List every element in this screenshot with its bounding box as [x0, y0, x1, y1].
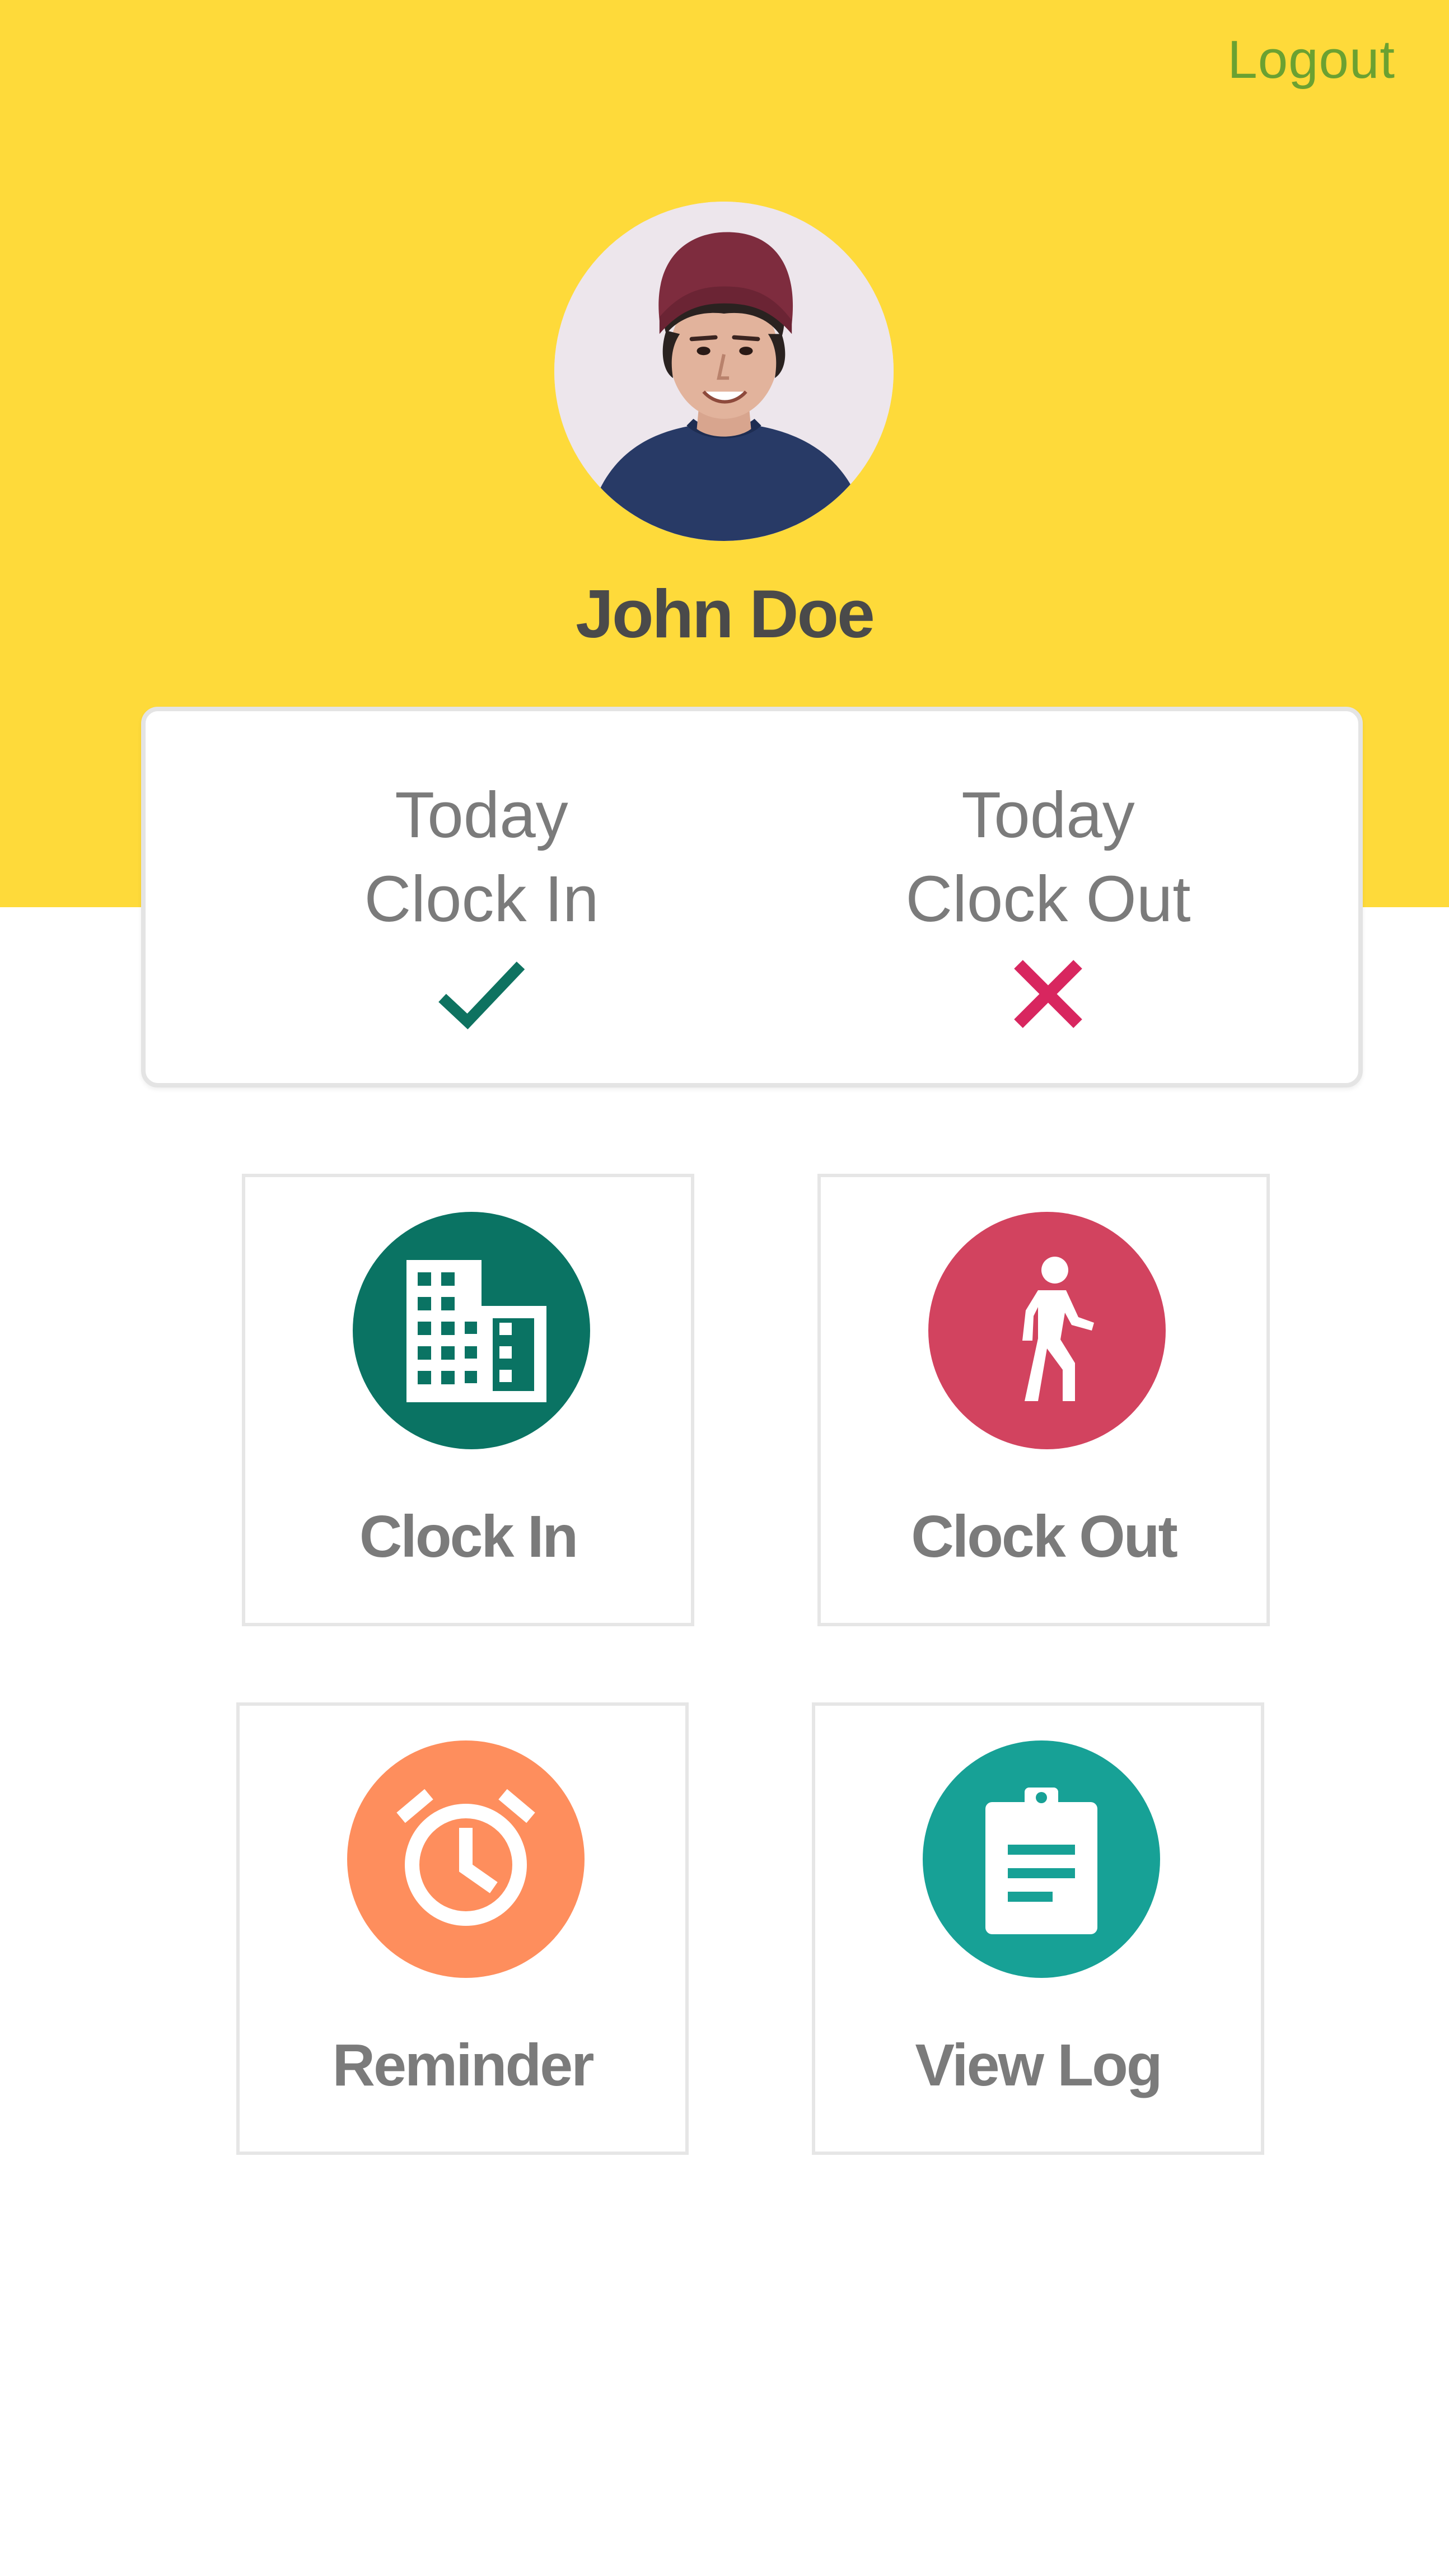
reminder-icon-circle [347, 1740, 585, 1978]
building-icon [406, 1260, 546, 1402]
cross-icon [1014, 960, 1082, 1028]
check-icon [438, 962, 525, 1030]
status-label-line1: Today [395, 778, 568, 851]
status-label-line2: Clock In [364, 862, 599, 935]
view-log-button[interactable]: View Log [812, 1702, 1264, 2155]
clock-out-button[interactable]: Clock Out [817, 1174, 1270, 1626]
app-screen: Logout John Doe Today Clock In Today Clo… [0, 0, 1449, 2576]
clipboard-icon [985, 1788, 1097, 1934]
today-status-card: Today Clock In Today Clock Out [141, 707, 1363, 1088]
user-photo [554, 202, 894, 541]
clock-in-label: Clock In [359, 1504, 578, 1570]
status-label-line1: Today [961, 778, 1135, 851]
clock-out-label: Clock Out [911, 1504, 1178, 1570]
clock-in-icon-circle [353, 1212, 590, 1449]
today-clock-in-status: Today Clock In [202, 773, 761, 1030]
clock-in-button[interactable]: Clock In [242, 1174, 694, 1626]
reminder-button[interactable]: Reminder [236, 1702, 689, 2155]
view-log-label: View Log [915, 2032, 1162, 2098]
avatar [554, 202, 894, 541]
alarm-clock-icon [396, 1789, 535, 1926]
user-name: John Doe [576, 576, 875, 652]
clock-out-icon-circle [928, 1212, 1166, 1449]
today-clock-out-status: Today Clock Out [768, 773, 1328, 1030]
logout-link[interactable]: Logout [1227, 29, 1395, 91]
status-label-line2: Clock Out [905, 862, 1191, 935]
reminder-label: Reminder [332, 2032, 595, 2098]
walking-person-icon [1022, 1257, 1094, 1401]
view-log-icon-circle [923, 1740, 1160, 1978]
